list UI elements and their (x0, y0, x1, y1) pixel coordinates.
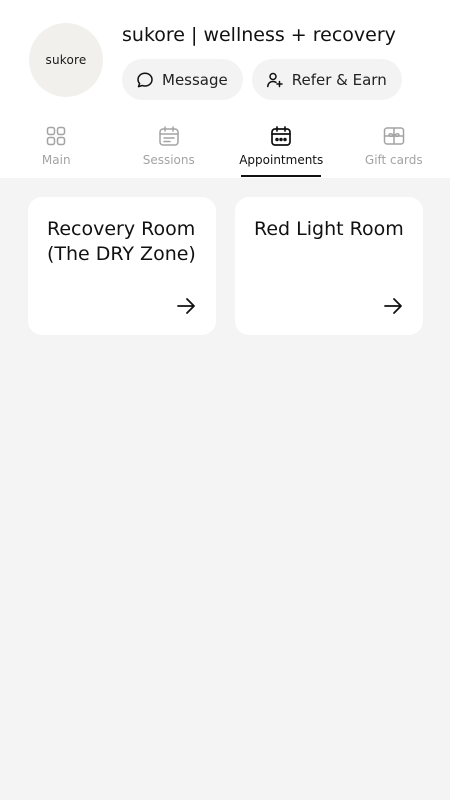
tab-main-label: Main (41, 153, 71, 167)
refer-earn-label: Refer & Earn (291, 70, 387, 89)
card-title: Red Light Room (254, 218, 404, 240)
business-logo: sukore (29, 23, 103, 97)
arrow-right-icon (177, 298, 195, 314)
tab-main[interactable]: Main (0, 117, 113, 178)
calendar-dots-icon (271, 126, 292, 146)
business-name: sukore | wellness + recovery (122, 24, 396, 46)
appointment-card-recovery-room[interactable]: Recovery Room (The DRY Zone) (28, 197, 216, 335)
gift-card-icon (383, 127, 404, 145)
tab-gift-cards[interactable]: Gift cards (338, 117, 450, 178)
tab-appointments-label: Appointments (239, 153, 324, 167)
grid-icon (47, 126, 66, 146)
tab-bar: Main Sessions Appointments Gift cards (0, 117, 450, 178)
refer-earn-button[interactable]: Refer & Earn (251, 59, 402, 100)
calendar-list-icon (159, 126, 179, 146)
arrow-right-icon (384, 298, 402, 314)
logo-text: sukore (45, 53, 87, 67)
tab-gift-cards-label: Gift cards (364, 153, 423, 167)
card-title: Recovery Room (The DRY Zone) (47, 218, 196, 265)
appointment-card-red-light-room[interactable]: Red Light Room (235, 197, 423, 335)
message-button[interactable]: Message (122, 59, 243, 100)
appointment-cards: Recovery Room (The DRY Zone) Red Light R… (28, 197, 423, 335)
tab-sessions-label: Sessions (142, 153, 195, 167)
business-header: sukore sukore | wellness + recovery Mess… (0, 0, 450, 178)
tab-sessions[interactable]: Sessions (113, 117, 226, 178)
tab-appointments[interactable]: Appointments (225, 117, 338, 178)
message-label: Message (162, 70, 228, 89)
action-buttons: Message Refer & Earn (122, 59, 402, 100)
chat-bubble-icon (137, 71, 153, 87)
user-plus-icon (266, 72, 283, 87)
